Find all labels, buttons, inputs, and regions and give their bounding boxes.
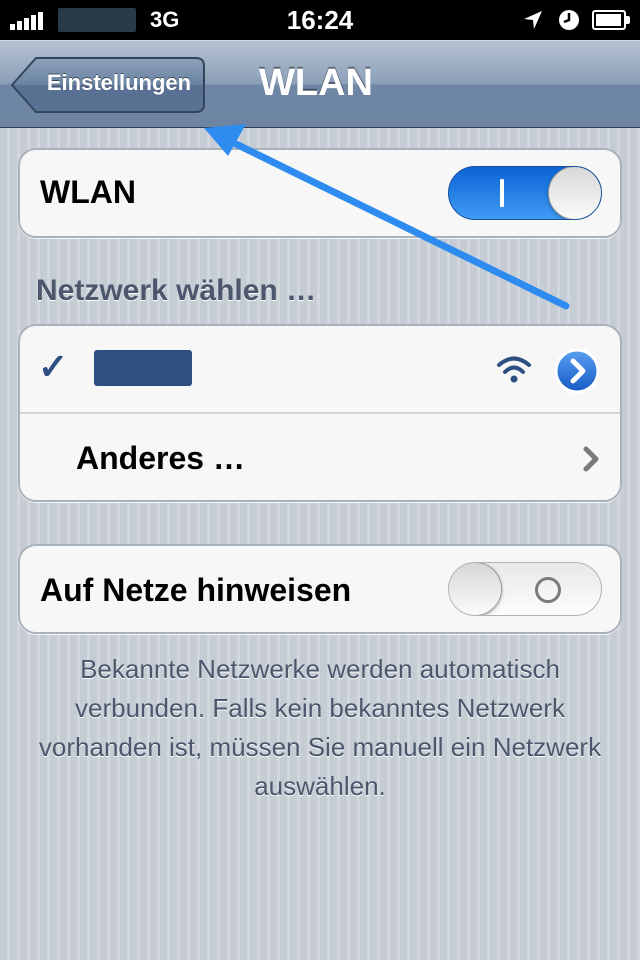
switch-knob	[548, 167, 601, 219]
switch-on-mark	[500, 179, 504, 207]
network-section-header: Netzwerk wählen …	[36, 274, 317, 307]
ask-to-join-group: Auf Netze hinweisen	[18, 544, 622, 634]
detail-disclosure-icon[interactable]	[554, 348, 600, 394]
status-bar: 3G 16:24	[0, 0, 640, 40]
status-time: 16:24	[286, 5, 354, 35]
wifi-icon	[497, 356, 531, 383]
wlan-label: WLAN	[40, 174, 136, 210]
battery-icon	[592, 10, 630, 30]
navigation-bar: Einstellungen WLAN	[0, 40, 640, 128]
location-icon	[524, 11, 542, 29]
alarm-clock-icon	[559, 10, 579, 30]
switch-off-mark	[535, 577, 561, 603]
ask-to-join-switch[interactable]	[448, 562, 602, 616]
other-network-label: Anderes …	[76, 440, 245, 476]
wlan-group: WLAN	[18, 148, 622, 238]
page-title: WLAN	[259, 62, 373, 104]
wlan-switch[interactable]	[448, 166, 602, 220]
network-name-redacted	[94, 350, 192, 386]
ask-to-join-label: Auf Netze hinweisen	[40, 572, 352, 608]
other-network-row[interactable]: Anderes …	[20, 414, 620, 502]
footer-note: Bekannte Netzwerke werden automatisch ve…	[38, 654, 602, 801]
chevron-right-icon	[583, 446, 599, 472]
switch-knob	[449, 563, 502, 615]
network-row[interactable]: ✓	[20, 326, 620, 414]
network-list-group: ✓ Anderes …	[18, 324, 622, 502]
checkmark-icon: ✓	[38, 346, 69, 387]
